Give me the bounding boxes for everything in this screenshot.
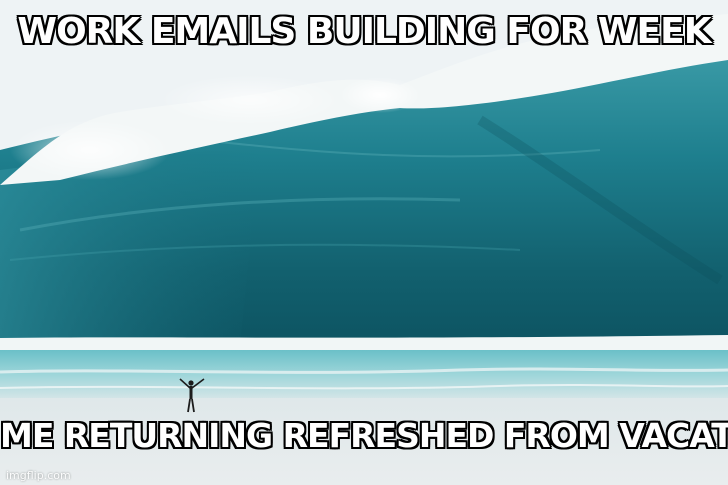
giant-wave-scene	[0, 0, 728, 485]
bottom-caption: ME RETURNING REFRESHED FROM VACATION	[0, 416, 728, 455]
meme-image: WORK EMAILS BUILDING FOR WEEK ME RETURNI…	[0, 0, 728, 485]
imgflip-watermark: imgflip.com	[6, 469, 71, 482]
top-caption: WORK EMAILS BUILDING FOR WEEK	[17, 11, 711, 52]
